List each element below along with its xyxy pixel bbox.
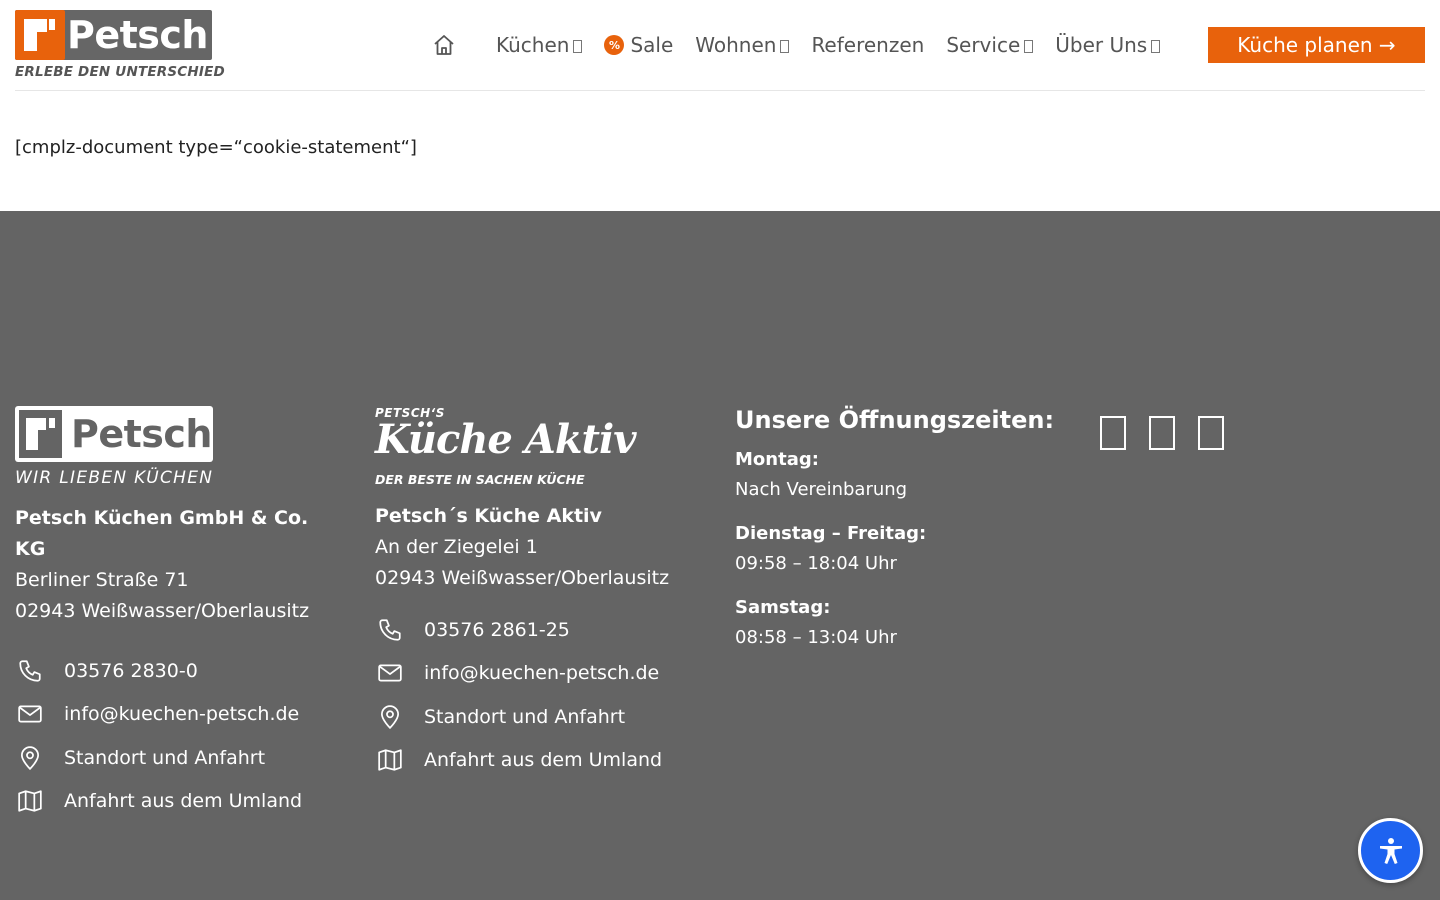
site-logo[interactable]: Petsch ERLEBE DEN UNTERSCHIED (15, 10, 225, 82)
directions-label: Anfahrt aus dem Umland (424, 749, 663, 772)
nav-label-wohnen: Wohnen (695, 33, 777, 57)
map-pin-icon (375, 702, 405, 732)
cookie-statement-shortcode: [cmplz-document type=“cookie-statement“] (15, 137, 417, 158)
contact-list: 03576 2830-0 info@kuechen-petsch.de Stan… (15, 649, 335, 823)
nav-home[interactable] (430, 27, 458, 63)
facebook-icon[interactable] (1100, 416, 1126, 450)
company-name: Petsch Küchen GmbH & Co. KG (15, 507, 309, 560)
directions-link[interactable]: Anfahrt aus dem Umland (15, 780, 335, 824)
accessibility-icon (1379, 837, 1402, 864)
footer-logo-name: Petsch (71, 412, 212, 456)
company-name: Petsch´s Küche Aktiv (375, 505, 602, 527)
street-address: Berliner Straße 71 (15, 569, 189, 591)
logo-name: Petsch (67, 13, 208, 57)
monday-time: Nach Vereinbarung (735, 479, 908, 500)
nav-label-service: Service (946, 33, 1021, 57)
nav-label-kuechen: Küchen (496, 33, 570, 57)
phone-link[interactable]: 03576 2861-25 (375, 608, 715, 652)
mail-icon (15, 699, 45, 729)
footer-opening-hours: Unsere Öffnungszeiten: Montag: Nach Vere… (735, 406, 1075, 653)
accessibility-button[interactable] (1358, 818, 1423, 883)
chevron-down-icon (573, 40, 583, 53)
map-icon (375, 745, 405, 775)
sale-badge-icon: % (604, 35, 625, 55)
city-address: 02943 Weißwasser/Oberlausitz (15, 600, 310, 622)
header-divider (15, 90, 1425, 91)
location-link[interactable]: Standort und Anfahrt (15, 736, 335, 780)
nav-item-ueber-uns[interactable]: Über Uns (1055, 33, 1161, 57)
chevron-down-icon (780, 40, 790, 53)
map-icon (15, 786, 45, 816)
site-footer: Petsch WIR LIEBEN KÜCHEN Petsch Küchen G… (0, 211, 1440, 900)
kueche-planen-button[interactable]: Küche planen → (1208, 27, 1425, 63)
social-links (1100, 416, 1247, 450)
saturday-label: Samstag: (735, 597, 831, 618)
aktiv-logo-script: Küche Aktiv (375, 416, 636, 463)
email-address: info@kuechen-petsch.de (424, 662, 660, 685)
phone-number: 03576 2830-0 (64, 659, 198, 682)
saturday-time: 08:58 – 13:04 Uhr (735, 627, 897, 648)
city-address: 02943 Weißwasser/Oberlausitz (375, 567, 670, 589)
footer-column-petsch: Petsch WIR LIEBEN KÜCHEN Petsch Küchen G… (15, 406, 335, 823)
phone-number: 03576 2861-25 (424, 618, 570, 641)
weekday-time: 09:58 – 18:04 Uhr (735, 553, 897, 574)
map-pin-icon (15, 743, 45, 773)
directions-label: Anfahrt aus dem Umland (64, 790, 303, 813)
opening-hours-title: Unsere Öffnungszeiten: (735, 406, 1055, 434)
directions-link[interactable]: Anfahrt aus dem Umland (375, 739, 715, 783)
footer-logo-kueche-aktiv[interactable]: PETSCH‘S Küche Aktiv DER BESTE IN SACHEN… (375, 406, 636, 488)
aktiv-logo-bottom: DER BESTE IN SACHEN KÜCHE (375, 472, 585, 487)
nav-item-service[interactable]: Service (946, 33, 1034, 57)
phone-icon (15, 656, 45, 686)
phone-link[interactable]: 03576 2830-0 (15, 649, 335, 693)
email-link[interactable]: info@kuechen-petsch.de (15, 693, 335, 737)
nav-item-referenzen[interactable]: Referenzen (811, 33, 924, 57)
email-address: info@kuechen-petsch.de (64, 703, 300, 726)
footer-logo-mark-icon (19, 410, 62, 458)
nav-item-kuechen[interactable]: Küchen (496, 33, 583, 57)
nav-label-sale: Sale (630, 33, 674, 57)
main-nav: Küchen % Sale Wohnen Referenzen Service … (430, 27, 1182, 63)
nav-item-sale[interactable]: % Sale (604, 33, 673, 57)
location-label: Standort und Anfahrt (424, 705, 626, 728)
nav-label-referenzen: Referenzen (811, 33, 925, 57)
footer-column-kueche-aktiv: PETSCH‘S Küche Aktiv DER BESTE IN SACHEN… (375, 406, 715, 782)
monday-label: Montag: (735, 449, 819, 470)
youtube-icon[interactable] (1198, 416, 1224, 450)
nav-item-wohnen[interactable]: Wohnen (695, 33, 790, 57)
mail-icon (375, 658, 405, 688)
chevron-down-icon (1024, 40, 1034, 53)
logo-mark-icon (15, 10, 65, 60)
instagram-icon[interactable] (1149, 416, 1175, 450)
phone-icon (375, 615, 405, 645)
street-address: An der Ziegelei 1 (375, 536, 538, 558)
chevron-down-icon (1151, 40, 1161, 53)
nav-label-ueber-uns: Über Uns (1055, 33, 1148, 57)
location-link[interactable]: Standort und Anfahrt (375, 695, 715, 739)
email-link[interactable]: info@kuechen-petsch.de (375, 652, 715, 696)
weekday-label: Dienstag – Freitag: (735, 523, 927, 544)
footer-logo-petsch[interactable]: Petsch WIR LIEBEN KÜCHEN (15, 406, 213, 488)
home-icon (434, 35, 454, 55)
footer-logo-tagline: WIR LIEBEN KÜCHEN (15, 468, 214, 488)
site-header: Petsch ERLEBE DEN UNTERSCHIED Küchen % S… (0, 0, 1440, 91)
contact-list: 03576 2861-25 info@kuechen-petsch.de Sta… (375, 608, 715, 782)
logo-tagline: ERLEBE DEN UNTERSCHIED (15, 64, 225, 80)
location-label: Standort und Anfahrt (64, 746, 266, 769)
